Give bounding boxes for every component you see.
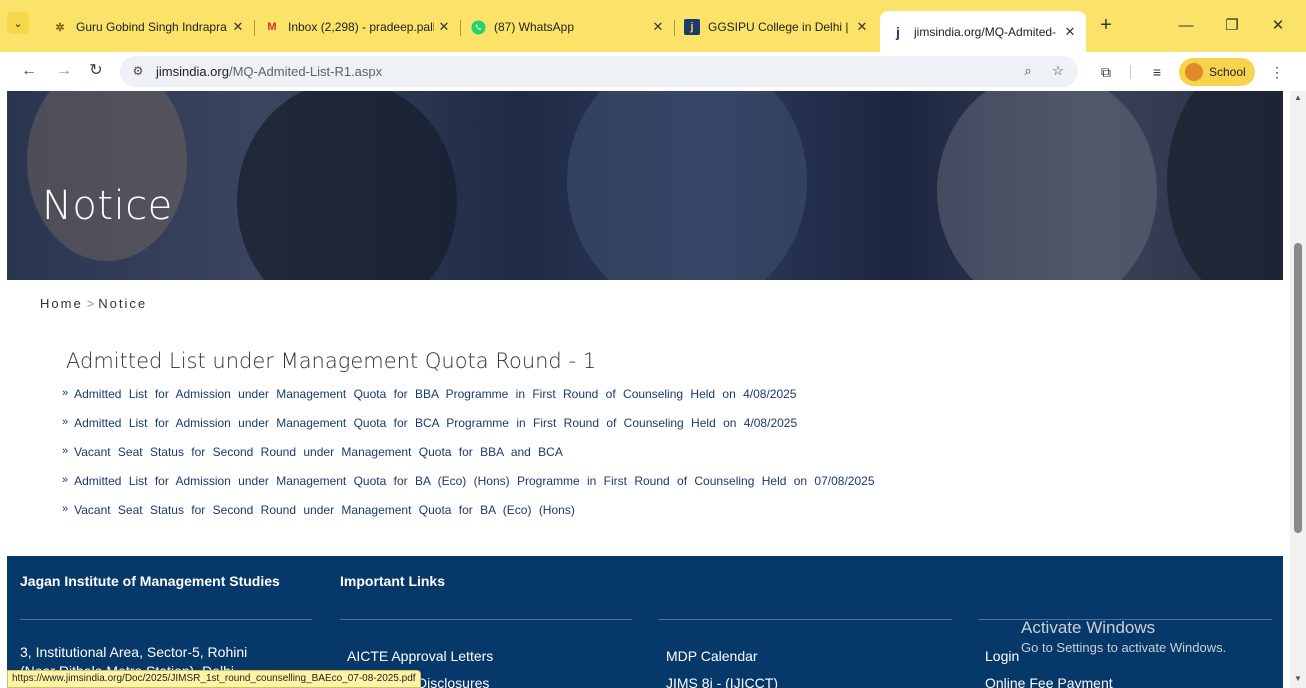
tab-ggsipu-college[interactable]: j GGSIPU College in Delhi | Ba ✕ [674, 11, 878, 43]
close-icon[interactable]: ✕ [228, 19, 248, 35]
tab-title: Inbox (2,298) - pradeep.palle [288, 20, 434, 34]
tab-title: jimsindia.org/MQ-Admited- [914, 24, 1057, 39]
notice-link-text[interactable]: Admitted List for Admission under Manage… [74, 387, 796, 401]
footer-divider [340, 619, 632, 620]
notice-list: » Admitted List for Admission under Manag… [62, 387, 875, 532]
notice-link-text[interactable]: Admitted List for Admission under Manage… [74, 416, 797, 430]
profile-label: School [1209, 65, 1246, 79]
browser-toolbar: ← → ↻ ⚙ jimsindia.org/MQ-Admited-List-R1… [0, 52, 1306, 91]
menu-kebab-icon[interactable]: ⋮ [1266, 62, 1288, 82]
url-path: /MQ-Admited-List-R1.aspx [228, 64, 383, 79]
reload-icon[interactable]: ↻ [83, 58, 109, 84]
tab-jimsindia-active[interactable]: j jimsindia.org/MQ-Admited- ✕ [880, 11, 1086, 52]
hero-banner: Notice [7, 91, 1283, 280]
breadcrumb-home-link[interactable]: Home [40, 296, 83, 311]
bookmark-star-icon[interactable]: ☆ [1048, 61, 1068, 81]
footer-link-aicte[interactable]: AICTE Approval Letters [347, 648, 493, 664]
window-close-icon[interactable]: ✕ [1255, 14, 1301, 38]
tab-whatsapp[interactable]: (87) WhatsApp ✕ [460, 11, 674, 43]
breadcrumb-current: Notice [98, 296, 148, 311]
section-title: Admitted List under Management Quota Rou… [66, 349, 597, 373]
watermark-line: Go to Settings to activate Windows. [1021, 640, 1227, 655]
tab-strip: ⌄ ✲ Guru Gobind Singh Indrapra ✕ M Inbox… [0, 0, 1306, 52]
notice-link-text[interactable]: Vacant Seat Status for Second Round unde… [74, 503, 575, 517]
tab-title: Guru Gobind Singh Indrapra [76, 20, 227, 34]
address-bar[interactable]: ⚙ jimsindia.org/MQ-Admited-List-R1.aspx … [120, 56, 1078, 87]
notice-link[interactable]: » Admitted List for Admission under Manag… [62, 416, 875, 445]
notice-link-text[interactable]: Vacant Seat Status for Second Round unde… [74, 445, 563, 459]
footer-link-online-fee-payment[interactable]: Online Fee Payment [985, 675, 1113, 688]
notice-link[interactable]: » Vacant Seat Status for Second Round und… [62, 503, 875, 532]
double-chevron-right-icon: » [62, 387, 69, 399]
close-icon[interactable]: ✕ [1060, 24, 1080, 40]
watermark-line: Activate Windows [1021, 618, 1156, 637]
url-text[interactable]: jimsindia.org/MQ-Admited-List-R1.aspx [156, 64, 382, 79]
url-domain: jimsindia.org [156, 64, 229, 79]
site-footer: Jagan Institute of Management Studies Im… [7, 556, 1283, 688]
double-chevron-right-icon: » [62, 474, 69, 486]
page-title: Notice [42, 183, 173, 229]
page-scrollbar[interactable]: ▲ ▼ [1290, 91, 1306, 688]
forward-arrow-icon[interactable]: → [51, 58, 77, 84]
close-icon[interactable]: ✕ [648, 19, 668, 35]
double-chevron-right-icon: » [62, 503, 69, 515]
whatsapp-icon [470, 19, 486, 35]
footer-divider [20, 619, 312, 620]
notice-link[interactable]: » Vacant Seat Status for Second Round und… [62, 445, 875, 474]
hero-photo-figure [237, 91, 457, 280]
tab-ggsipu[interactable]: ✲ Guru Gobind Singh Indrapra ✕ [42, 11, 254, 43]
close-icon[interactable]: ✕ [434, 19, 454, 35]
new-tab-plus-icon[interactable]: + [1094, 14, 1118, 38]
footer-divider [658, 619, 952, 620]
reading-list-icon[interactable]: ≡ [1146, 62, 1168, 82]
footer-link-jims-8i[interactable]: JIMS 8i - (IJICCT) [666, 675, 778, 688]
notice-link[interactable]: » Admitted List for Admission under Manag… [62, 474, 875, 503]
site-info-icon[interactable]: ⚙ [128, 61, 148, 81]
toolbar-divider [1130, 65, 1131, 79]
close-icon[interactable]: ✕ [852, 19, 872, 35]
hero-photo-figure [567, 91, 807, 280]
tab-gmail[interactable]: M Inbox (2,298) - pradeep.palle ✕ [254, 11, 460, 43]
double-chevron-right-icon: » [62, 445, 69, 457]
ggsipu-logo-icon: ✲ [55, 21, 65, 34]
tab-title: GGSIPU College in Delhi | Ba [708, 20, 852, 34]
tab-title: (87) WhatsApp [494, 20, 575, 34]
footer-org-name: Jagan Institute of Management Studies [20, 573, 280, 589]
hero-photo-figure [937, 91, 1157, 280]
extensions-puzzle-icon[interactable]: ⧉ [1095, 62, 1117, 82]
gmail-icon: M [267, 21, 277, 33]
restore-icon[interactable]: ❐ [1209, 14, 1255, 38]
breadcrumb: Home > Notice [40, 296, 147, 311]
back-arrow-icon[interactable]: ← [16, 58, 42, 84]
link-status-bubble: https://www.jimsindia.org/Doc/2025/JIMSR… [7, 670, 421, 688]
windows-activation-watermark: Activate Windows Go to Settings to activ… [1021, 618, 1226, 655]
profile-button[interactable]: School [1179, 58, 1255, 86]
jims-icon: j [684, 19, 700, 35]
hero-photo-figure [27, 91, 187, 261]
footer-link-mdp-calendar[interactable]: MDP Calendar [666, 648, 758, 664]
breadcrumb-separator: > [86, 296, 95, 311]
avatar [1185, 63, 1203, 81]
jims-icon: j [896, 23, 900, 40]
scroll-down-arrow-icon[interactable]: ▼ [1293, 674, 1303, 684]
double-chevron-right-icon: » [62, 416, 69, 428]
page-viewport: Notice Home > Notice Admitted List under M… [0, 91, 1306, 688]
scrollbar-thumb[interactable] [1294, 243, 1302, 533]
hero-photo-figure [1167, 91, 1283, 280]
footer-address-line: 3, Institutional Area, Sector-5, Rohini [20, 644, 248, 660]
tab-search-chevron-icon[interactable]: ⌄ [7, 12, 29, 34]
footer-link-login[interactable]: Login [985, 648, 1019, 664]
scroll-up-arrow-icon[interactable]: ▲ [1293, 93, 1303, 103]
notice-link[interactable]: » Admitted List for Admission under Manag… [62, 387, 875, 416]
footer-links-heading: Important Links [340, 573, 446, 589]
notice-link-text[interactable]: Admitted List for Admission under Manage… [74, 474, 874, 488]
zoom-icon[interactable]: ⌕ [1018, 61, 1038, 81]
minimize-icon[interactable]: — [1163, 14, 1209, 38]
